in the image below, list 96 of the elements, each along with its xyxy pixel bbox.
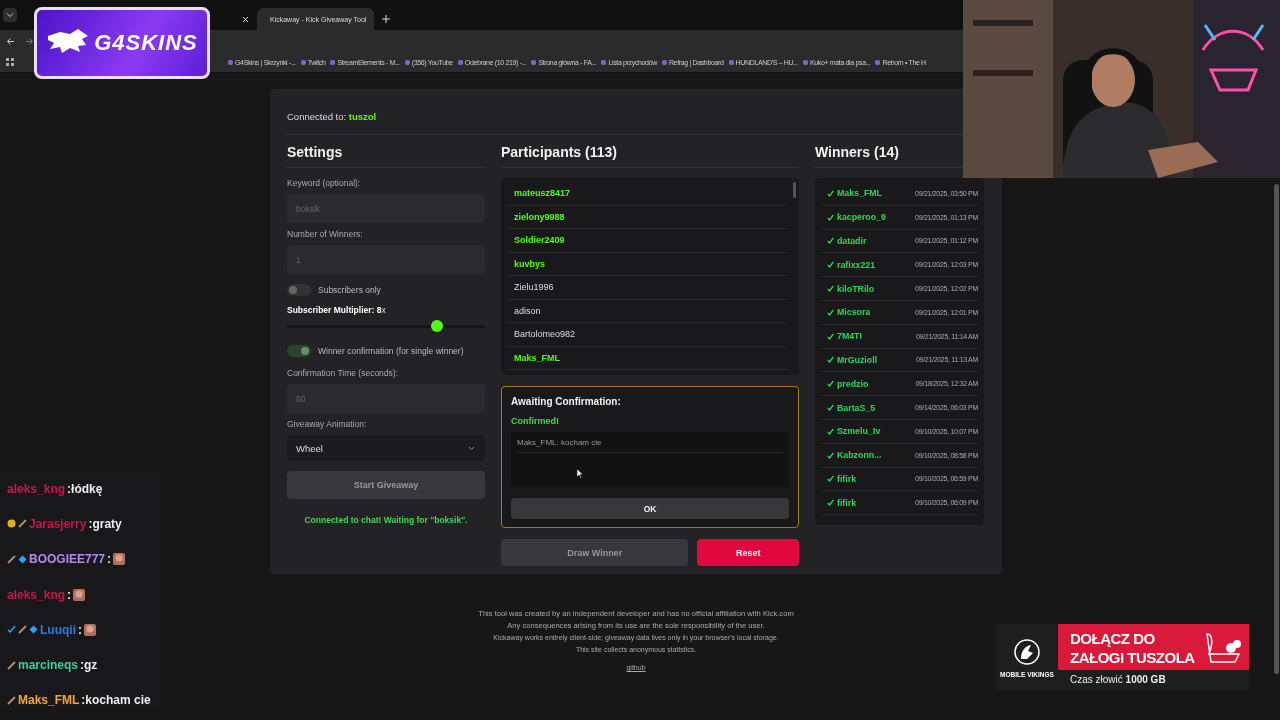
chat-message: :	[107, 552, 112, 567]
field-label: Giveaway Animation:	[287, 419, 368, 429]
check-icon	[827, 213, 834, 221]
logo-overlay: G4SKINS	[34, 7, 210, 79]
participant-name: zielony9988	[514, 211, 565, 222]
chat-username: Luuqii	[40, 622, 76, 637]
participant-name: adison	[514, 305, 541, 316]
apps-icon[interactable]	[6, 58, 14, 66]
winner-name: BartaS_5	[837, 402, 876, 413]
confirmation-status: Confirmed!	[511, 416, 560, 426]
scrollbar[interactable]	[793, 182, 796, 198]
check-icon	[827, 356, 834, 364]
winner-name: predzio	[837, 378, 869, 389]
ad-tagline: Czas złowić 1000 GB	[1069, 673, 1167, 685]
chat-message: :kocham cie	[81, 693, 151, 708]
winner-name: kacperoo_9	[837, 212, 886, 223]
winner-name: datadir	[837, 236, 867, 246]
winner-name: Micsora	[837, 307, 871, 318]
check-icon	[827, 404, 834, 412]
chat-message: :gz	[80, 658, 98, 673]
emote-icon	[113, 553, 126, 566]
chat-message: Maks_FML: kocham cie	[517, 437, 602, 447]
gem-icon	[18, 554, 27, 564]
participant-name: mateusz8417	[514, 188, 571, 199]
scrollbar[interactable]	[1274, 184, 1279, 674]
chat-username: aleks_kng	[7, 481, 66, 496]
slider-label: Subscriber Multiplier: 8x	[287, 305, 387, 315]
chat-message: :łódkę	[67, 481, 103, 496]
toggle-label: Winner confirmation (for single winner)	[318, 346, 464, 356]
field-label: Number of Winners:	[287, 229, 364, 239]
sword-icon	[18, 625, 27, 635]
participant-name: Soldier2409	[514, 235, 565, 246]
chevron-down-icon	[6, 11, 14, 19]
toggle-label: Subscribers only	[318, 285, 381, 295]
check-icon	[827, 499, 834, 507]
chat-username: aleks_kng	[7, 587, 66, 602]
check-icon	[827, 451, 834, 459]
chat-username: Maks_FML	[18, 693, 80, 708]
sword-icon	[7, 554, 16, 564]
section-title: Participants (113)	[501, 144, 799, 168]
participant-name: Maks_FML	[514, 352, 560, 363]
check-icon	[827, 380, 834, 388]
chat-message: :	[78, 622, 82, 637]
ad-headline: DOŁĄCZ DO	[1070, 629, 1156, 648]
reset-button[interactable]: Reset	[697, 539, 799, 566]
emote-icon	[73, 588, 86, 601]
coin-icon	[7, 519, 16, 529]
emote-icon	[84, 623, 96, 636]
chevron-down-icon	[468, 445, 475, 451]
slider-thumb[interactable]	[431, 320, 444, 332]
winner-name: kiloTRilo	[837, 283, 875, 294]
check-icon	[827, 189, 834, 197]
check-icon	[827, 308, 834, 316]
cursor-icon	[577, 469, 583, 478]
close-icon[interactable]	[242, 15, 249, 23]
boat-drawing	[1203, 630, 1243, 666]
chat-message: :graty	[88, 516, 122, 531]
sword-icon	[7, 695, 16, 705]
sword-icon	[7, 660, 16, 670]
field-label: Confirmation Time (seconds):	[287, 368, 399, 378]
winner-name: Maks_FML	[837, 188, 882, 199]
toggle-switch[interactable]	[287, 284, 311, 296]
tab-list-button[interactable]	[3, 8, 17, 22]
winner-name: Kabzonn...	[837, 450, 882, 461]
check-icon	[7, 625, 16, 635]
check-icon	[827, 237, 834, 245]
winner-name: fifirk	[837, 497, 857, 508]
winner-name: rafixx221	[837, 259, 876, 270]
ad-headline: ZAŁOGI TUSZOLA	[1070, 648, 1196, 667]
winner-name: fifirk	[837, 473, 857, 484]
back-icon[interactable]	[6, 36, 15, 46]
check-icon	[827, 261, 834, 269]
participant-name: kuvbys	[514, 258, 546, 269]
winner-name: 7M4TI	[837, 331, 862, 342]
animation-select[interactable]: Wheel	[287, 435, 485, 461]
participant-name: Bartolomeo982	[514, 329, 576, 340]
confirmation-title: Awaiting Confirmation:	[511, 396, 622, 407]
section-title: Settings	[287, 144, 485, 168]
check-icon	[827, 332, 834, 340]
check-icon	[827, 475, 834, 483]
status-message: Connected to chat! Waiting for "boksik".	[303, 515, 469, 525]
check-icon	[827, 285, 834, 293]
field-label: Keyword (optional):	[287, 178, 362, 188]
participant-name: Zielu1996	[514, 282, 554, 293]
chat-message: :	[67, 587, 72, 602]
winner-name: MrGuzioll	[837, 354, 878, 365]
forward-icon[interactable]	[25, 36, 34, 46]
chat-username: BOOGIEE777	[29, 552, 106, 567]
new-tab-icon[interactable]	[382, 15, 390, 23]
chat-username: marcineqs	[18, 658, 79, 673]
gem-icon	[29, 625, 38, 635]
winner-name: Szmelu_tv	[837, 426, 881, 437]
check-icon	[827, 427, 834, 435]
sword-icon	[18, 519, 27, 529]
ok-button[interactable]: OK	[511, 498, 789, 519]
chat-username: Jarasjerry	[29, 516, 87, 531]
